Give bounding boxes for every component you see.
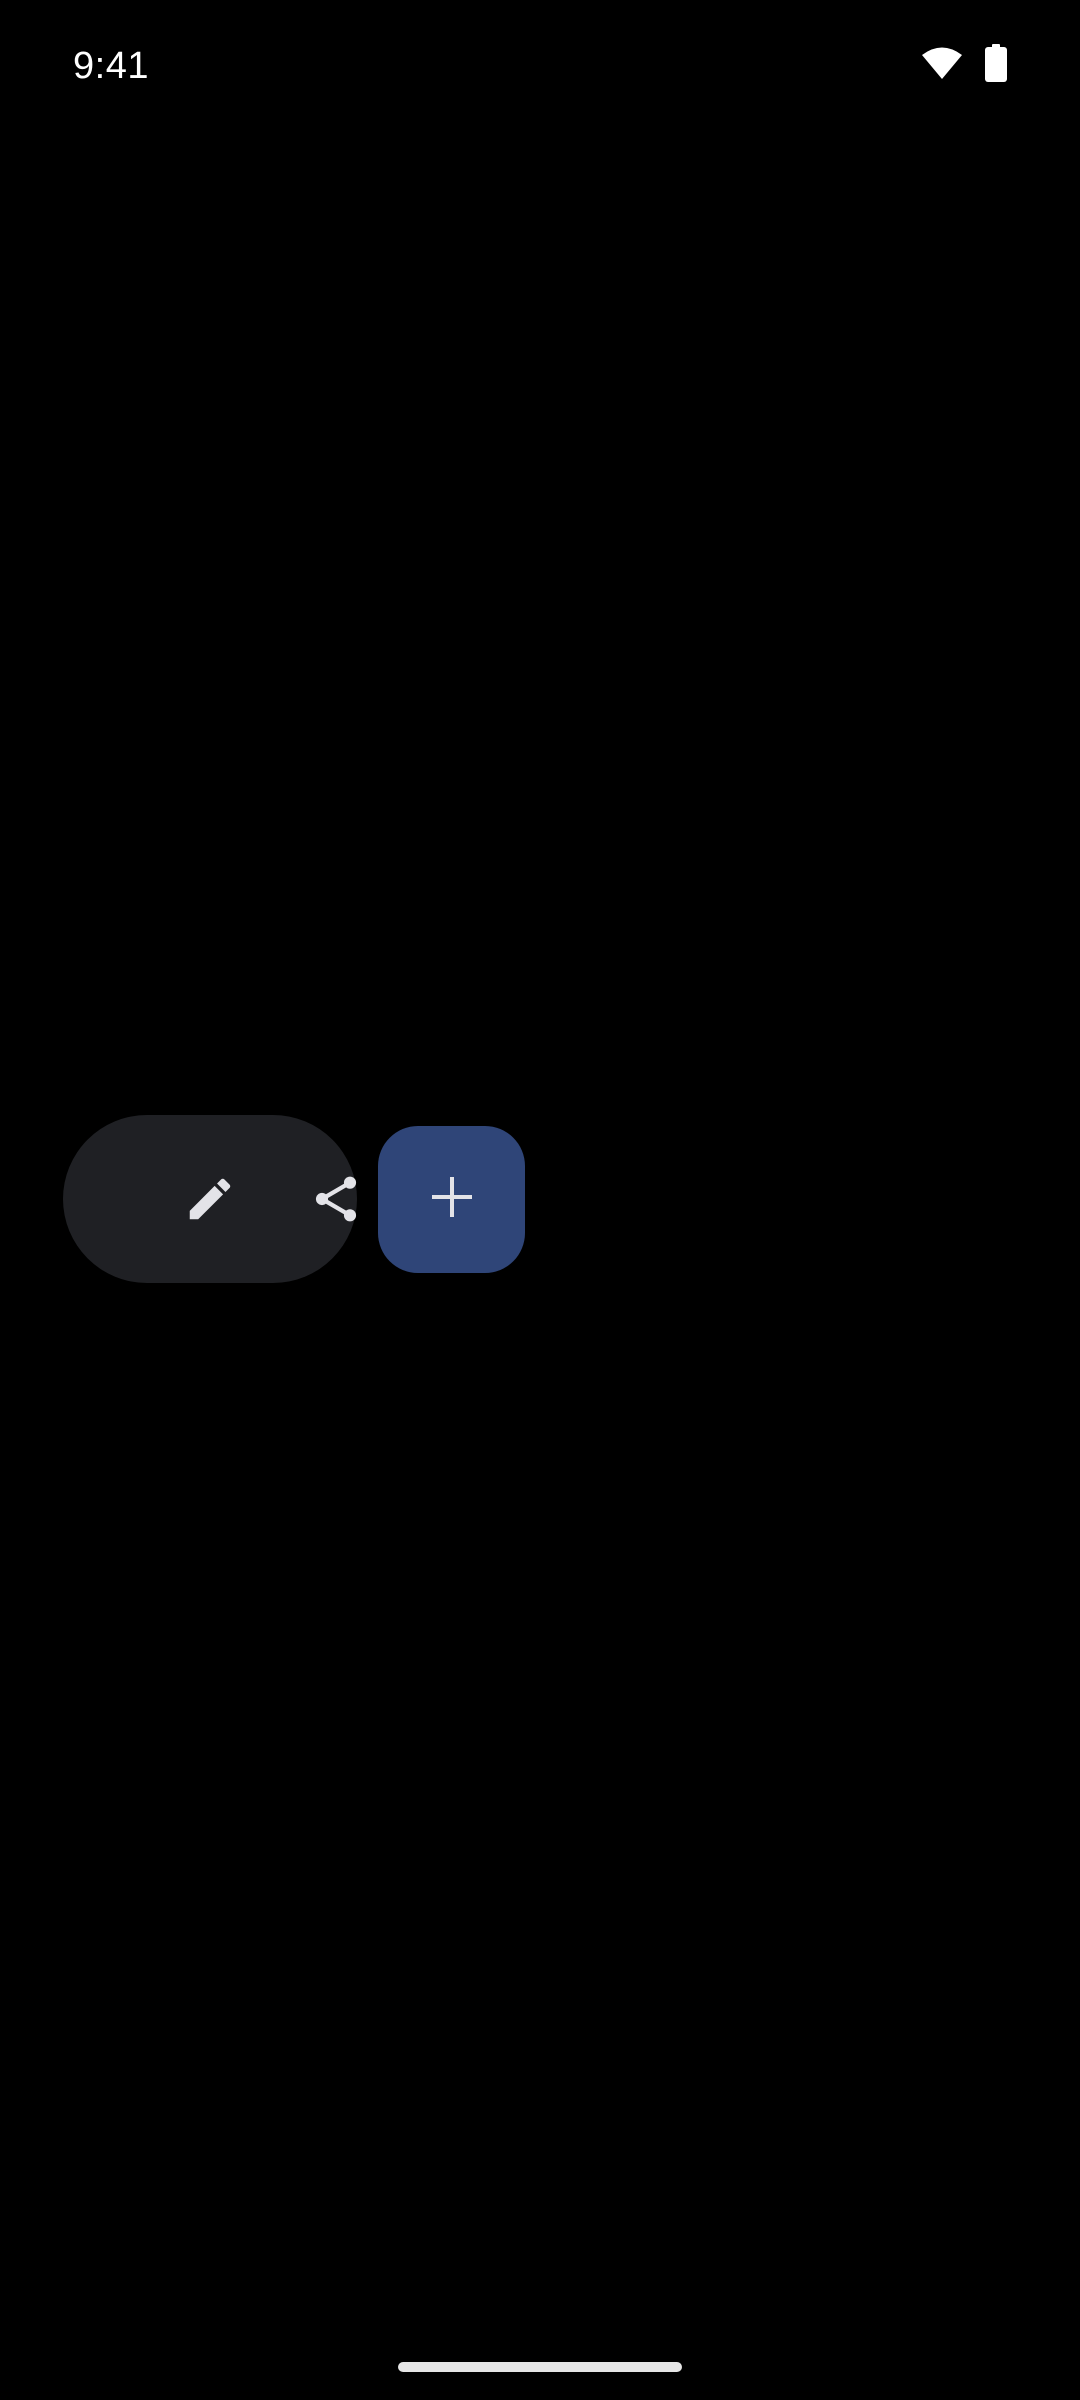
share-icon [308,1171,364,1227]
share-button[interactable] [286,1149,386,1249]
edit-button[interactable] [160,1149,260,1249]
wifi-icon [921,46,963,80]
add-fab[interactable] [378,1126,525,1273]
status-icons [921,44,1007,82]
status-time: 9:41 [73,45,149,87]
plus-icon [430,1175,474,1224]
battery-icon [985,44,1007,82]
gesture-navigation-bar[interactable] [398,2362,682,2372]
screen: 9:41 [0,0,1080,2400]
floating-toolbar [63,1115,357,1283]
status-bar: 9:41 [0,0,1080,130]
pencil-icon [183,1172,237,1226]
